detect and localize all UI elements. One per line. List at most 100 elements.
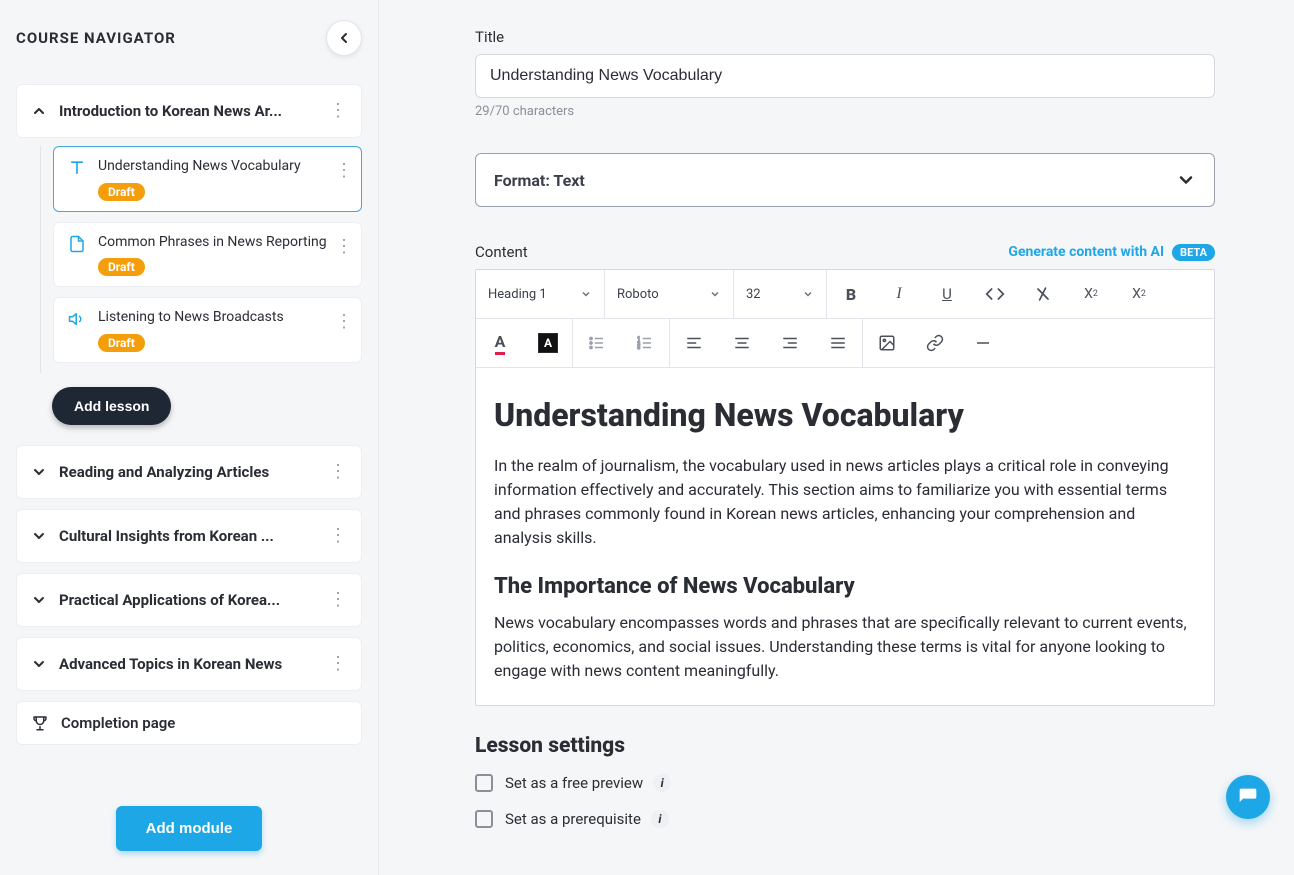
module-cultural[interactable]: Cultural Insights from Korean ...	[16, 509, 362, 563]
bullet-list-icon	[588, 334, 606, 352]
audio-lesson-icon	[66, 308, 88, 330]
completion-label: Completion page	[61, 714, 175, 732]
add-module-button[interactable]: Add module	[116, 806, 263, 851]
numbered-list-icon: 123	[636, 334, 654, 352]
prerequisite-checkbox[interactable]	[475, 810, 493, 828]
text-lesson-icon	[66, 157, 88, 179]
align-left-button[interactable]	[670, 319, 718, 367]
toolbar-row-2: A A 123	[476, 319, 1214, 368]
module-title: Introduction to Korean News Ar...	[59, 102, 329, 120]
divider-icon	[974, 334, 992, 352]
pdf-lesson-icon	[66, 233, 88, 255]
lesson-body: Common Phrases in News Reporting Draft	[98, 233, 349, 277]
lesson-body: Understanding News Vocabulary Draft	[98, 157, 349, 201]
code-icon	[985, 284, 1005, 304]
format-selector[interactable]: Format: Text	[475, 153, 1215, 207]
sidebar: COURSE NAVIGATOR Introduction to Korean …	[0, 0, 379, 875]
lesson-menu-button[interactable]	[335, 308, 353, 336]
align-center-icon	[733, 334, 751, 352]
subscript-button[interactable]: X2	[1067, 270, 1115, 318]
align-right-button[interactable]	[766, 319, 814, 367]
lesson-list: Understanding News Vocabulary Draft Comm…	[40, 146, 362, 373]
free-preview-row: Set as a free preview i	[475, 774, 1215, 792]
content-header: Content Generate content with AI BETA	[475, 243, 1215, 261]
font-select[interactable]: Roboto	[605, 270, 733, 318]
insert-link-button[interactable]	[911, 319, 959, 367]
size-select[interactable]: 32	[734, 270, 826, 318]
module-practical[interactable]: Practical Applications of Korea...	[16, 573, 362, 627]
module-menu-button[interactable]	[329, 650, 347, 678]
clear-format-button[interactable]	[1019, 270, 1067, 318]
doc-h1: Understanding News Vocabulary	[494, 396, 1196, 434]
lesson-menu-button[interactable]	[335, 157, 353, 185]
generate-ai-link[interactable]: Generate content with AI BETA	[1008, 244, 1215, 261]
lesson-menu-button[interactable]	[335, 233, 353, 261]
editor-body[interactable]: Understanding News Vocabulary In the rea…	[476, 368, 1214, 705]
chevron-down-icon	[1176, 170, 1196, 190]
lesson-item-phrases[interactable]: Common Phrases in News Reporting Draft	[53, 222, 362, 288]
code-button[interactable]	[971, 270, 1019, 318]
lesson-item-vocabulary[interactable]: Understanding News Vocabulary Draft	[53, 146, 362, 212]
settings-heading: Lesson settings	[475, 734, 1215, 758]
sidebar-header: COURSE NAVIGATOR	[16, 20, 362, 56]
module-menu-button[interactable]	[329, 586, 347, 614]
text-color-button[interactable]: A	[476, 319, 524, 367]
module-menu-button[interactable]	[329, 522, 347, 550]
prerequisite-row: Set as a prerequisite i	[475, 810, 1215, 828]
rich-text-editor: Heading 1 Roboto 32 B I U	[475, 269, 1215, 706]
completion-page-item[interactable]: Completion page	[16, 701, 362, 745]
lesson-settings: Lesson settings Set as a free preview i …	[475, 734, 1215, 828]
chevron-down-icon	[31, 528, 47, 544]
free-preview-info-icon[interactable]: i	[653, 774, 671, 792]
italic-button[interactable]: I	[875, 270, 923, 318]
chat-icon	[1238, 787, 1258, 807]
font-select-value: Roboto	[617, 287, 659, 302]
module-intro[interactable]: Introduction to Korean News Ar...	[16, 84, 362, 138]
bullet-list-button[interactable]	[573, 319, 621, 367]
module-menu-button[interactable]	[329, 458, 347, 486]
align-left-icon	[685, 334, 703, 352]
highlight-color-button[interactable]: A	[524, 319, 572, 367]
toolbar-row-1: Heading 1 Roboto 32 B I U	[476, 270, 1214, 319]
add-module-wrap: Add module	[0, 806, 378, 851]
insert-divider-button[interactable]	[959, 319, 1007, 367]
main-content: Title 29/70 characters Format: Text Cont…	[379, 0, 1294, 875]
add-lesson-button[interactable]: Add lesson	[52, 387, 171, 425]
format-label: Format: Text	[494, 171, 585, 190]
clear-format-icon	[1033, 284, 1053, 304]
bold-button[interactable]: B	[827, 270, 875, 318]
prerequisite-info-icon[interactable]: i	[651, 810, 669, 828]
align-center-button[interactable]	[718, 319, 766, 367]
lesson-item-listening[interactable]: Listening to News Broadcasts Draft	[53, 297, 362, 363]
lesson-title-input[interactable]	[475, 54, 1215, 98]
align-justify-icon	[829, 334, 847, 352]
text-color-icon: A	[495, 332, 506, 355]
free-preview-label: Set as a free preview	[505, 774, 643, 792]
lesson-title: Listening to News Broadcasts	[98, 308, 349, 328]
collapse-sidebar-button[interactable]	[326, 20, 362, 56]
style-select[interactable]: Heading 1	[476, 270, 604, 318]
chevron-down-icon	[709, 288, 721, 300]
free-preview-checkbox[interactable]	[475, 774, 493, 792]
module-reading[interactable]: Reading and Analyzing Articles	[16, 445, 362, 499]
superscript-button[interactable]: X2	[1115, 270, 1163, 318]
numbered-list-button[interactable]: 123	[621, 319, 669, 367]
size-select-value: 32	[746, 287, 761, 302]
module-advanced[interactable]: Advanced Topics in Korean News	[16, 637, 362, 691]
module-menu-button[interactable]	[329, 97, 347, 125]
highlight-icon: A	[538, 333, 558, 353]
insert-image-button[interactable]	[863, 319, 911, 367]
add-lesson-wrap: Add lesson	[52, 387, 362, 425]
align-justify-button[interactable]	[814, 319, 862, 367]
title-label: Title	[475, 28, 1246, 46]
chat-fab[interactable]	[1226, 775, 1270, 819]
module-title: Reading and Analyzing Articles	[59, 463, 329, 481]
draft-badge: Draft	[98, 183, 145, 201]
doc-p1: In the realm of journalism, the vocabula…	[494, 454, 1196, 550]
trophy-icon	[31, 714, 49, 732]
chevron-down-icon	[31, 464, 47, 480]
chevron-down-icon	[31, 656, 47, 672]
underline-button[interactable]: U	[923, 270, 971, 318]
doc-p2: News vocabulary encompasses words and ph…	[494, 611, 1196, 683]
module-title: Practical Applications of Korea...	[59, 591, 329, 609]
